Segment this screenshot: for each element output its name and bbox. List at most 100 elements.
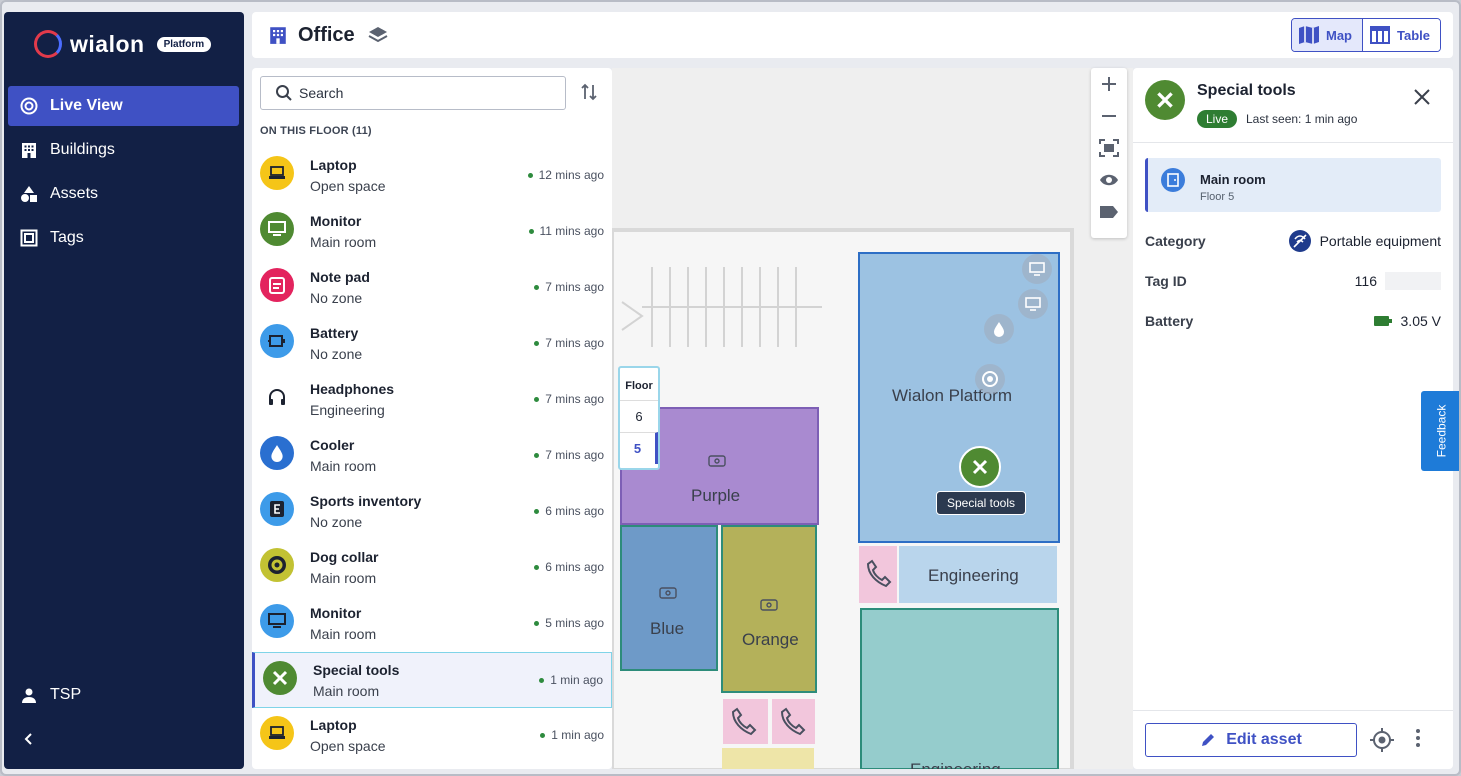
brand-logo[interactable]: wialon Platform xyxy=(34,30,212,58)
brand-badge: Platform xyxy=(156,36,212,52)
item-name: Monitor xyxy=(310,213,362,229)
user-name: TSP xyxy=(50,686,82,703)
monitor-marker[interactable] xyxy=(1022,254,1052,284)
list-item[interactable]: Battery No zone 7 mins ago xyxy=(252,316,612,372)
floor-option-5[interactable]: 5 xyxy=(620,432,658,464)
door-icon xyxy=(1161,168,1185,192)
battery-value: 3.05 V xyxy=(1400,313,1441,329)
list-item[interactable]: Laptop Open space 1 min ago xyxy=(252,708,612,764)
item-name: Monitor xyxy=(310,605,362,621)
close-icon xyxy=(1414,89,1430,105)
table-view-label: Table xyxy=(1397,27,1430,43)
collapse-sidebar-button[interactable] xyxy=(8,730,239,748)
nav-item-tags[interactable]: Tags xyxy=(8,218,239,258)
table-view-button[interactable]: Table xyxy=(1363,19,1440,51)
list-item[interactable]: Sports inventory No zone 6 mins ago xyxy=(252,484,612,540)
online-dot xyxy=(534,564,540,570)
sort-icon[interactable] xyxy=(580,82,598,102)
category-label: Category xyxy=(1145,233,1206,249)
tag-id-label: Tag ID xyxy=(1145,273,1187,289)
floor-plan xyxy=(612,228,1074,769)
nav-item-assets[interactable]: Assets xyxy=(8,174,239,214)
dog-collar-marker[interactable] xyxy=(975,364,1005,394)
list-item[interactable]: Monitor Main room 11 mins ago xyxy=(252,204,612,260)
user-icon xyxy=(20,686,38,704)
fit-screen-icon xyxy=(1099,139,1119,157)
list-item[interactable]: Monitor Main room 5 mins ago xyxy=(252,596,612,652)
item-name: Sports inventory xyxy=(310,493,422,509)
item-time-text: 12 mins ago xyxy=(538,168,604,182)
search-input[interactable]: Search xyxy=(260,76,566,110)
map-view-button[interactable]: Map xyxy=(1292,19,1363,51)
tools-icon xyxy=(263,661,297,695)
location-card[interactable]: Main room Floor 5 xyxy=(1145,158,1441,212)
item-time: 5 mins ago xyxy=(534,616,604,630)
fit-view-button[interactable] xyxy=(1091,132,1127,164)
nav-label: Assets xyxy=(50,185,99,202)
tag-icon xyxy=(20,229,38,247)
pencil-icon xyxy=(1202,734,1215,746)
cooler-marker[interactable] xyxy=(984,314,1014,344)
item-time-text: 11 mins ago xyxy=(539,224,604,238)
item-zone: Main room xyxy=(310,458,377,474)
close-button[interactable] xyxy=(1413,88,1431,111)
user-menu[interactable]: TSP xyxy=(8,686,239,704)
floor-map[interactable]: Purple Blue Orange Wialon Platform Engin… xyxy=(612,68,1133,769)
list-item[interactable]: Note pad No zone 7 mins ago xyxy=(252,260,612,316)
list-item[interactable]: Special tools Main room 1 min ago xyxy=(252,652,612,708)
item-name: Laptop xyxy=(310,717,357,733)
list-item[interactable]: Cooler Main room 7 mins ago xyxy=(252,428,612,484)
floor-selector-title: Floor xyxy=(625,380,653,392)
item-time-text: 1 min ago xyxy=(551,728,604,742)
nav-item-live-view[interactable]: Live View xyxy=(8,86,239,126)
special-tools-marker[interactable] xyxy=(959,446,1001,488)
item-time-text: 6 mins ago xyxy=(545,504,604,518)
locate-button[interactable] xyxy=(1369,727,1395,758)
item-zone: No zone xyxy=(310,290,363,306)
floor-option-6[interactable]: 6 xyxy=(620,400,658,432)
item-time: 1 min ago xyxy=(540,728,604,742)
tag-id-value: 116 xyxy=(1354,273,1377,289)
e-letter-icon xyxy=(260,492,294,526)
item-time: 12 mins ago xyxy=(527,168,604,182)
nav-item-buildings[interactable]: Buildings xyxy=(8,130,239,170)
list-item[interactable]: Laptop Open space 12 mins ago xyxy=(252,148,612,204)
asset-avatar xyxy=(1145,80,1185,120)
item-zone: Main room xyxy=(313,683,380,699)
table-icon xyxy=(1370,26,1390,44)
labels-toggle[interactable] xyxy=(1091,196,1127,228)
item-name: Note pad xyxy=(310,269,370,285)
list-item[interactable]: Headphones Engineering 7 mins ago xyxy=(252,372,612,428)
sidebar: wialon Platform Live View Buildings Asse… xyxy=(4,12,244,769)
monitor-marker[interactable] xyxy=(1018,289,1048,319)
water-drop-icon xyxy=(994,322,1004,337)
monitor-icon xyxy=(260,604,294,638)
online-dot xyxy=(534,340,540,346)
monitor-icon xyxy=(1025,297,1041,311)
edit-asset-button[interactable]: Edit asset xyxy=(1145,723,1357,757)
category-value-wrap: Portable equipment xyxy=(1288,229,1441,253)
feedback-tab[interactable]: Feedback xyxy=(1421,391,1459,471)
room-label-engineering-2: Engineering xyxy=(910,760,1001,769)
visibility-toggle[interactable] xyxy=(1091,164,1127,196)
layers-icon[interactable] xyxy=(367,24,389,46)
item-zone: Main room xyxy=(310,234,377,250)
zoom-in-button[interactable] xyxy=(1091,68,1127,100)
tag-id-value-wrap: 116 xyxy=(1355,272,1441,290)
monitor-icon xyxy=(260,212,294,246)
more-options-button[interactable] xyxy=(1415,727,1421,754)
map-toolbar xyxy=(1091,68,1127,238)
location-name: Main room xyxy=(1200,172,1266,187)
building-icon xyxy=(268,25,288,45)
online-dot xyxy=(534,452,540,458)
item-zone: No zone xyxy=(310,514,363,530)
category-row: Category Portable equipment xyxy=(1145,229,1441,253)
room-label-blue: Blue xyxy=(650,619,685,638)
asset-list-panel: Search ON THIS FLOOR (11) Laptop Open spa… xyxy=(252,68,612,769)
list-item[interactable]: Dog collar Main room 6 mins ago xyxy=(252,540,612,596)
zoom-out-button[interactable] xyxy=(1091,100,1127,132)
target-icon xyxy=(260,548,294,582)
item-zone: No zone xyxy=(310,346,363,362)
monitor-icon xyxy=(1029,262,1045,276)
online-dot xyxy=(534,620,540,626)
